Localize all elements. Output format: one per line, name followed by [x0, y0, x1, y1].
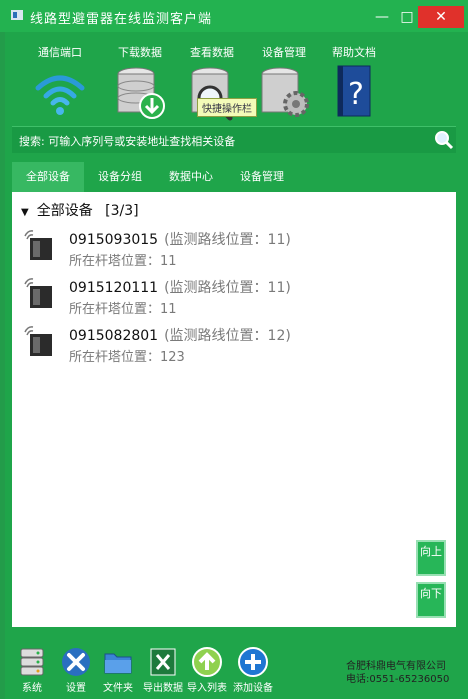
- settings-button[interactable]: 设置: [56, 646, 96, 696]
- folder-button[interactable]: 文件夹: [98, 646, 138, 696]
- system-button[interactable]: 系统: [12, 646, 52, 696]
- export-data-button[interactable]: 导出数据: [143, 646, 183, 696]
- tab-all-devices[interactable]: 全部设备: [12, 162, 84, 192]
- minimize-button[interactable]: —: [368, 6, 396, 28]
- wifi-icon: [35, 75, 85, 115]
- add-device-button[interactable]: 添加设备: [233, 646, 273, 696]
- maximize-button[interactable]: □: [396, 6, 418, 28]
- add-icon: [238, 647, 268, 677]
- collapse-arrow-icon[interactable]: ▼: [21, 207, 29, 218]
- device-row[interactable]: 0915120111 (监测路线位置：11) 所在杆塔位置：11: [22, 274, 442, 318]
- tree-group-count: [3/3]: [105, 203, 139, 219]
- scroll-up-button[interactable]: 向上: [416, 540, 446, 576]
- device-tower-position: 所在杆塔位置：11: [69, 302, 177, 317]
- close-button[interactable]: ✕: [418, 6, 464, 28]
- search-bar[interactable]: 搜索: 可输入序列号或安装地址查找相关设备: [12, 126, 456, 153]
- tab-device-groups[interactable]: 设备分组: [84, 162, 156, 192]
- bottom-label: 导出数据: [143, 683, 183, 694]
- toolbar: 通信端口 下载数据 查看数据 设备管理 帮助文档 ? 快捷操作栏: [0, 40, 468, 122]
- app-icon: [11, 10, 23, 20]
- toolbar-help-button[interactable]: 帮助文档 ?: [314, 46, 394, 126]
- toolbar-label: 帮助文档: [332, 46, 376, 59]
- device-tree-panel: ▼ 全部设备 [3/3] 0915093015 (监测路线位置：11) 所在杆塔位置…: [12, 192, 456, 627]
- toolbar-tooltip: 快捷操作栏: [197, 98, 257, 117]
- toolbar-label: 设备管理: [262, 46, 306, 59]
- device-tower-position: 所在杆塔位置：11: [69, 254, 177, 269]
- tab-bar: 全部设备 设备分组 数据中心 设备管理: [12, 162, 456, 192]
- device-id: 0915120111: [69, 280, 159, 296]
- device-line-position: (监测路线位置：11): [164, 280, 291, 296]
- tree-group-header[interactable]: ▼ 全部设备 [3/3]: [21, 200, 139, 220]
- tab-device-management[interactable]: 设备管理: [226, 162, 298, 192]
- excel-icon: [150, 648, 176, 676]
- company-phone: 电话:0551-65236050: [346, 674, 450, 685]
- help-book-icon: ?: [337, 65, 371, 117]
- database-download-icon: [117, 67, 165, 119]
- toolbar-label: 查看数据: [190, 46, 234, 59]
- svg-text:?: ?: [348, 77, 364, 112]
- tools-icon: [62, 648, 90, 676]
- device-id: 0915093015: [69, 232, 159, 248]
- device-line-position: (监测路线位置：12): [164, 328, 291, 344]
- scroll-down-button[interactable]: 向下: [416, 582, 446, 618]
- device-tower-position: 所在杆塔位置：123: [69, 350, 185, 365]
- toolbar-comm-port-button[interactable]: 通信端口: [20, 46, 100, 126]
- device-terminal-icon: [24, 230, 52, 260]
- window-left-edge: [0, 32, 5, 699]
- folder-icon: [104, 653, 132, 674]
- bottom-label: 文件夹: [103, 683, 133, 694]
- database-gear-icon: [261, 67, 309, 117]
- import-list-button[interactable]: 导入列表: [187, 646, 227, 696]
- device-terminal-icon: [24, 278, 52, 308]
- device-row[interactable]: 0915093015 (监测路线位置：11) 所在杆塔位置：11: [22, 226, 442, 270]
- search-placeholder: 搜索: 可输入序列号或安装地址查找相关设备: [19, 135, 236, 148]
- search-icon[interactable]: [434, 130, 454, 150]
- toolbar-label: 通信端口: [38, 46, 82, 59]
- tab-data-center[interactable]: 数据中心: [156, 162, 226, 192]
- device-terminal-icon: [24, 326, 52, 356]
- device-id: 0915082801: [69, 328, 159, 344]
- device-row[interactable]: 0915082801 (监测路线位置：12) 所在杆塔位置：123: [22, 322, 442, 366]
- toolbar-label: 下载数据: [118, 46, 162, 59]
- company-info: 合肥科鼎电气有限公司 电话:0551-65236050: [346, 660, 449, 686]
- bottom-label: 设置: [66, 683, 86, 694]
- tree-group-title: 全部设备: [36, 203, 93, 219]
- bottom-label: 添加设备: [233, 683, 273, 694]
- title-bar[interactable]: 线路型避雷器在线监测客户端 — □ ✕: [0, 0, 468, 32]
- upload-icon: [192, 647, 222, 677]
- bottom-label: 导入列表: [187, 683, 227, 694]
- company-name: 合肥科鼎电气有限公司: [346, 661, 446, 672]
- window-title: 线路型避雷器在线监测客户端: [30, 12, 213, 27]
- device-line-position: (监测路线位置：11): [164, 232, 291, 248]
- toolbar-download-button[interactable]: 下载数据: [100, 46, 180, 126]
- server-icon: [20, 648, 44, 676]
- bottom-label: 系统: [22, 683, 42, 694]
